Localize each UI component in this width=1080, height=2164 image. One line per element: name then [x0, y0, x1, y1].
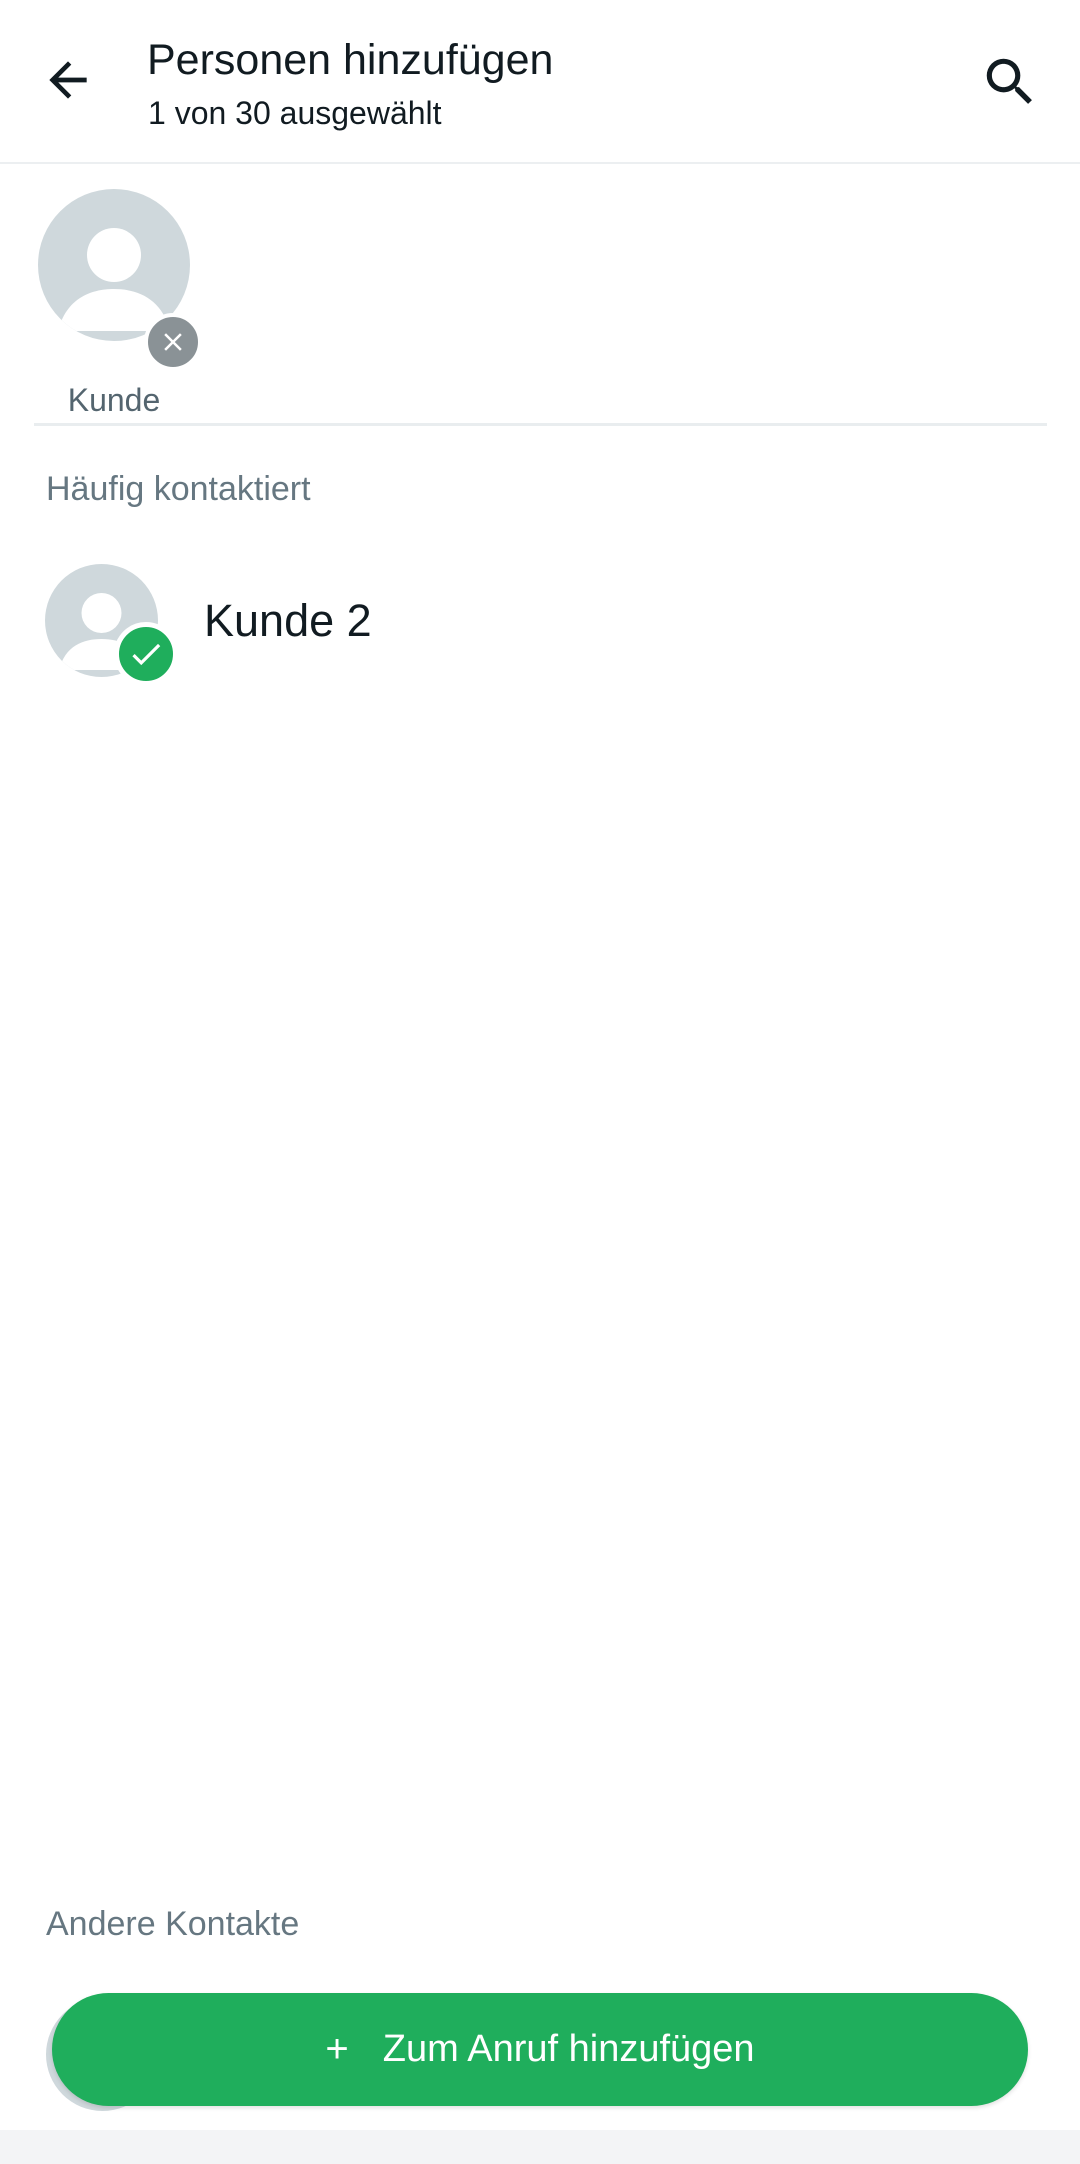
plus-icon: + — [325, 2027, 349, 2071]
contact-row[interactable]: Kunde 2 — [0, 540, 1080, 700]
section-header-frequent: Häufig kontaktiert — [46, 470, 311, 508]
contact-name: Kunde 2 — [204, 595, 372, 646]
selected-chip[interactable]: Kunde — [38, 189, 202, 418]
page: Personen hinzufügen 1 von 30 ausgewählt … — [0, 0, 1080, 2164]
selection-count: 1 von 30 ausgewählt — [148, 95, 442, 131]
selected-contacts: Kunde — [0, 164, 1080, 424]
back-button[interactable] — [28, 40, 108, 120]
remove-selection-button[interactable] — [144, 313, 202, 371]
arrow-left-icon — [49, 61, 87, 99]
navigation-bar — [0, 2130, 1080, 2164]
page-title: Personen hinzufügen — [147, 36, 554, 84]
close-icon — [164, 333, 182, 351]
search-button[interactable] — [970, 42, 1050, 122]
selected-chip-label: Kunde — [67, 382, 161, 418]
search-icon — [986, 58, 1032, 104]
add-to-call-button[interactable]: + Zum Anruf hinzufügen — [52, 1993, 1028, 2106]
selected-check-badge — [114, 622, 178, 686]
divider — [34, 423, 1047, 426]
app-bar: Personen hinzufügen 1 von 30 ausgewählt — [0, 0, 1080, 164]
check-icon — [132, 643, 161, 666]
add-to-call-label: Zum Anruf hinzufügen — [382, 2028, 755, 2070]
section-header-other: Andere Kontakte — [46, 1905, 300, 1943]
